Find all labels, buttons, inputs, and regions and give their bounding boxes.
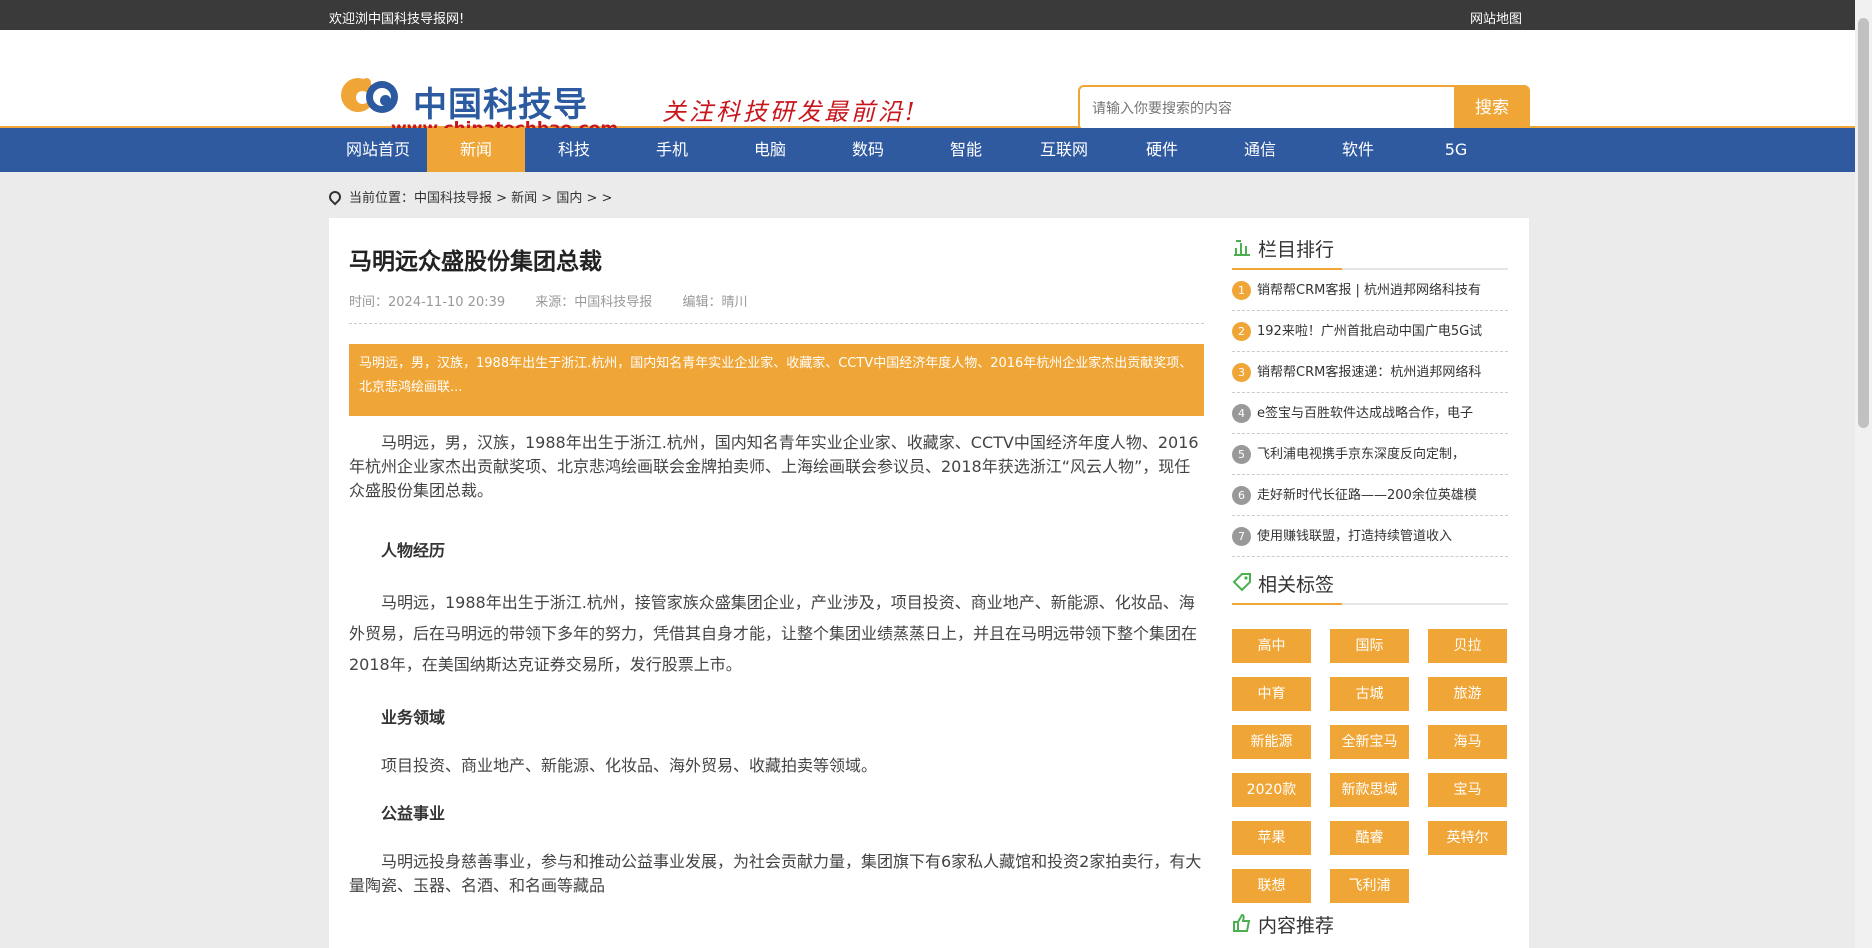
chart-icon <box>1234 240 1250 256</box>
nav-item-phone[interactable]: 手机 <box>623 128 721 172</box>
rank-item-text: 192来啦！广州首批启动中国广电5G试 <box>1257 324 1483 339</box>
thumbs-up-icon <box>1233 913 1251 932</box>
tag[interactable]: 苹果 <box>1232 821 1311 855</box>
tag-icon <box>1232 573 1251 592</box>
rank-item[interactable]: 5 飞利浦电视携手京东深度反向定制， <box>1232 434 1508 475</box>
tags-title: 相关标签 <box>1258 574 1335 596</box>
sidebar: 栏目排行 1 销帮帮CRM客报 | 杭州逍邦网络科技有 2 192来啦！广州首批启动… <box>1232 218 1508 941</box>
rank-item[interactable]: 1 销帮帮CRM客报 | 杭州逍邦网络科技有 <box>1232 270 1508 311</box>
scrollbar[interactable] <box>1855 0 1872 948</box>
content-panel: 马明远众盛股份集团总裁 时间：2024-11-10 20:39 来源：中国科技导… <box>329 218 1529 948</box>
paragraph: 马明远投身慈善事业，参与和推动公益事业发展，为社会贡献力量，集团旗下有6家私人藏… <box>349 852 1202 895</box>
rank-item-text: 销帮帮CRM客报速递：杭州逍邦网络科 <box>1257 365 1482 380</box>
sitemap-link[interactable]: 网站地图 <box>1470 8 1522 27</box>
article-body: 马明远，男，汉族，1988年出生于浙江.杭州，国内知名青年实业企业家、收藏家、C… <box>349 431 1204 898</box>
rank-item[interactable]: 4 e签宝与百胜软件达成战略合作，电子 <box>1232 393 1508 434</box>
article-source: 来源：中国科技导报 <box>535 295 653 310</box>
site-header: 中国科技导报 www.chinatechbao.com 关注科技研发最前沿! 搜… <box>0 30 1872 174</box>
tags-header: 相关标签 <box>1232 557 1508 605</box>
top-bar: 欢迎浏中国科技导报网! 网站地图 <box>0 0 1872 30</box>
nav-item-news[interactable]: 新闻 <box>427 128 525 172</box>
nav-item-home[interactable]: 网站首页 <box>329 128 427 172</box>
slogan: 关注科技研发最前沿! <box>662 98 918 126</box>
tag[interactable]: 酷睿 <box>1330 821 1409 855</box>
location-pin-icon <box>326 188 344 206</box>
main-nav: 网站首页 新闻 科技 手机 电脑 数码 智能 互联网 硬件 通信 软件 5G <box>0 128 1872 172</box>
tag[interactable]: 贝拉 <box>1428 629 1507 663</box>
recommend-header: 内容推荐 <box>1232 895 1508 941</box>
article-time: 时间：2024-11-10 20:39 <box>349 295 506 310</box>
article-summary: 马明远，男，汉族，1988年出生于浙江.杭州，国内知名青年实业企业家、收藏家、C… <box>349 344 1204 416</box>
rank-item-text: e签宝与百胜软件达成战略合作，电子 <box>1257 406 1473 421</box>
tag[interactable]: 古城 <box>1330 677 1409 711</box>
paragraph: 项目投资、商业地产、新能源、化妆品、海外贸易、收藏拍卖等领域。 <box>381 756 878 775</box>
breadcrumb-path[interactable]: 中国科技导报 > 新闻 > 国内 > > <box>414 191 612 206</box>
article-title: 马明远众盛股份集团总裁 <box>349 249 602 275</box>
rank-item[interactable]: 7 使用赚钱联盟，打造持续管道收入 <box>1232 516 1508 557</box>
tag[interactable]: 中育 <box>1232 677 1311 711</box>
nav-item-telecom[interactable]: 通信 <box>1211 128 1309 172</box>
logo-mark-center <box>380 95 391 106</box>
breadcrumb: 当前位置：中国科技导报 > 新闻 > 国内 > > <box>326 187 612 206</box>
rank-item[interactable]: 6 走好新时代长征路——200余位英雄模 <box>1232 475 1508 516</box>
search-box: 搜索 <box>1078 85 1530 131</box>
tag[interactable]: 宝马 <box>1428 773 1507 807</box>
tag[interactable]: 2020款 <box>1232 773 1311 807</box>
search-input[interactable] <box>1090 95 1420 121</box>
section-heading: 人物经历 <box>381 541 446 560</box>
rank-number: 4 <box>1232 404 1251 423</box>
paragraph: 马明远，男，汉族，1988年出生于浙江.杭州，国内知名青年实业企业家、收藏家、C… <box>349 433 1199 500</box>
rank-number: 7 <box>1232 527 1251 546</box>
rank-number: 2 <box>1232 322 1251 341</box>
scrollbar-thumb[interactable] <box>1858 18 1869 428</box>
welcome-text: 欢迎浏中国科技导报网! <box>329 12 465 27</box>
nav-item-5g[interactable]: 5G <box>1407 128 1505 172</box>
breadcrumb-label: 当前位置： <box>349 191 415 206</box>
section-heading: 业务领域 <box>381 708 446 727</box>
search-button[interactable]: 搜索 <box>1454 85 1530 131</box>
rank-item-text: 使用赚钱联盟，打造持续管道收入 <box>1257 529 1453 544</box>
rank-item-text: 飞利浦电视携手京东深度反向定制， <box>1257 447 1466 462</box>
tag-cloud: 高中 国际 贝拉 中育 古城 旅游 新能源 全新宝马 海马 2020款 新款思域… <box>1232 605 1508 903</box>
rank-number: 3 <box>1232 363 1251 382</box>
rank-list: 1 销帮帮CRM客报 | 杭州逍邦网络科技有 2 192来啦！广州首批启动中国广电5… <box>1232 270 1508 557</box>
tag[interactable]: 国际 <box>1330 629 1409 663</box>
rank-number: 6 <box>1232 486 1251 505</box>
nav-item-hardware[interactable]: 硬件 <box>1113 128 1211 172</box>
recommend-title: 内容推荐 <box>1258 915 1335 937</box>
rank-item-text: 销帮帮CRM客报 | 杭州逍邦网络科技有 <box>1257 283 1481 298</box>
rank-item[interactable]: 3 销帮帮CRM客报速递：杭州逍邦网络科 <box>1232 352 1508 393</box>
rank-number: 1 <box>1232 281 1251 300</box>
nav-item-internet[interactable]: 互联网 <box>1015 128 1113 172</box>
tag[interactable]: 英特尔 <box>1428 821 1507 855</box>
tag[interactable]: 旅游 <box>1428 677 1507 711</box>
paragraph: 马明远，1988年出生于浙江.杭州，接管家族众盛集团企业，产业涉及，项目投资、商… <box>349 593 1198 674</box>
tag[interactable]: 海马 <box>1428 725 1507 759</box>
rank-number: 5 <box>1232 445 1251 464</box>
rank-header: 栏目排行 <box>1232 218 1508 270</box>
site-logo[interactable]: 中国科技导报 www.chinatechbao.com <box>329 47 619 174</box>
nav-item-smart[interactable]: 智能 <box>917 128 1015 172</box>
nav-item-tech[interactable]: 科技 <box>525 128 623 172</box>
section-heading: 公益事业 <box>381 804 446 823</box>
tag[interactable]: 新款思域 <box>1330 773 1409 807</box>
nav-item-digital[interactable]: 数码 <box>819 128 917 172</box>
nav-item-computer[interactable]: 电脑 <box>721 128 819 172</box>
rank-item[interactable]: 2 192来啦！广州首批启动中国广电5G试 <box>1232 311 1508 352</box>
rank-item-text: 走好新时代长征路——200余位英雄模 <box>1257 488 1477 503</box>
tag[interactable]: 高中 <box>1232 629 1311 663</box>
article-editor: 编辑：晴川 <box>682 295 748 310</box>
tag[interactable]: 全新宝马 <box>1330 725 1409 759</box>
article-meta: 时间：2024-11-10 20:39 来源：中国科技导报 编辑：晴川 <box>349 291 1204 324</box>
tag[interactable]: 新能源 <box>1232 725 1311 759</box>
rank-title: 栏目排行 <box>1258 239 1335 261</box>
nav-item-software[interactable]: 软件 <box>1309 128 1407 172</box>
